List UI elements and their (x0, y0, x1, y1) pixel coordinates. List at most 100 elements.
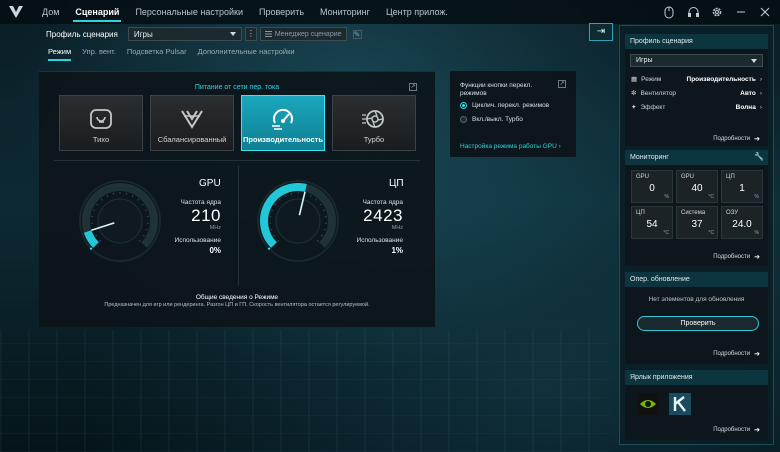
shortcuts-more-label: Подробности (713, 427, 751, 433)
sidebar-toggle-icon[interactable]: ⇥ (589, 23, 613, 41)
nav-check[interactable]: Проверить (251, 0, 312, 24)
scenario-row-effect[interactable]: ✦ Эффект Волна › (625, 100, 768, 114)
mode-summary-title: Общие сведения о Режиме (195, 294, 279, 301)
divider (238, 166, 239, 286)
gear-icon[interactable] (708, 3, 726, 21)
chevron-down-icon (751, 58, 757, 63)
monitor-value: 54 (646, 219, 658, 230)
monitor-tile[interactable]: GPU 40 °C (676, 170, 718, 203)
gauge-tick (95, 234, 98, 237)
shortcuts-more-link[interactable]: Подробности ➔ (713, 426, 760, 434)
top-nav: Дом Сценарий Персональные настройки Пров… (0, 0, 780, 24)
gauge-tick (284, 194, 287, 198)
scenario-row-mode[interactable]: ▦ Режим Производительность › (625, 72, 768, 86)
edit-icon[interactable]: ✎ (352, 29, 362, 39)
arrow-right-icon: ➔ (754, 136, 760, 143)
scenario-row-value: Производительность (686, 75, 756, 83)
monitor-value: 1 (739, 183, 745, 194)
update-card: Опер. обновление Нет элементов для обнов… (625, 272, 768, 364)
nav-personal[interactable]: Персональные настройки (127, 0, 251, 24)
mode-panel: Питание от сети пер. тока ↗ Тихо Сбаланс… (39, 71, 435, 327)
nav-app-center[interactable]: Центр прилож. (378, 0, 456, 24)
nvidia-icon[interactable] (637, 393, 659, 415)
killer-icon[interactable] (669, 393, 691, 415)
monitor-value: 40 (691, 183, 703, 194)
gauge-tick (96, 203, 99, 206)
scenario-card-title: Профиль сценария (625, 34, 768, 49)
monitor-tile[interactable]: ОЗУ 24.0% (721, 206, 763, 239)
mode-turbo-button[interactable]: Турбо (332, 95, 416, 151)
scenario-select[interactable]: Игры (630, 54, 763, 67)
cpu-freq-unit: MHz (391, 225, 403, 231)
minimize-icon[interactable] (732, 3, 750, 21)
scenario-more-link[interactable]: Подробности ➔ (713, 135, 760, 143)
close-icon[interactable] (756, 3, 774, 21)
scenario-manager-button[interactable]: Менеджер сценарие (259, 27, 347, 41)
power-source-title: Питание от сети пер. тока (194, 84, 280, 91)
nav-monitoring[interactable]: Мониторинг (312, 0, 378, 24)
chevron-right-icon: › (759, 103, 762, 111)
tab-fan-control[interactable]: Упр. вент. (82, 47, 116, 61)
update-empty-text: Нет элементов для обновления (648, 296, 745, 303)
nav-scenario[interactable]: Сценарий (67, 0, 127, 24)
monitor-tile[interactable]: Система 37 °C (676, 206, 718, 239)
scenario-row-key: Эффект (640, 103, 666, 111)
mode-button-title: Функции кнопки перекл. режимов (460, 82, 533, 97)
effect-icon: ✦ (631, 104, 637, 111)
mode-performance-button[interactable]: Производительность (241, 95, 325, 151)
monitoring-grid: GPU 0% GPU 40 °C ЦП 1% ЦП 54 °C Система 37 °C ОЗ… (631, 170, 763, 239)
mouse-icon[interactable] (660, 3, 678, 21)
monitor-key: GPU (636, 174, 650, 180)
gpu-mode-link[interactable]: Настройка режима работы GPU › (460, 143, 561, 150)
monitor-unit: °C (708, 194, 714, 200)
mode-balanced-button[interactable]: Сбалансированный (150, 95, 234, 151)
wrench-icon[interactable]: 🔧 (754, 152, 764, 161)
cpu-usage-value: 1% (391, 246, 403, 255)
info-icon[interactable]: ↗ (558, 80, 566, 88)
radio-cycle-modes[interactable]: Циклич. перекл. режимов (460, 102, 549, 109)
radio-off-icon (460, 116, 467, 123)
profile-label: Профиль сценария (46, 29, 118, 39)
gauge-tick (274, 203, 277, 206)
radio-turbo-toggle[interactable]: Вкл./выкл. Турбо (460, 116, 523, 123)
scenario-more-label: Подробности (713, 136, 751, 142)
monitoring-more-link[interactable]: Подробности ➔ (713, 253, 760, 261)
monitor-tile[interactable]: ЦП 1% (721, 170, 763, 203)
headset-icon[interactable] (684, 3, 702, 21)
gauge-tick (145, 228, 148, 231)
profile-select[interactable]: Игры (127, 27, 242, 41)
gauge-tick (278, 198, 281, 201)
gauge-tick (323, 228, 326, 231)
gauge-tick (320, 234, 323, 237)
more-options-button[interactable]: ⋮ (244, 27, 257, 41)
performance-icon (272, 108, 293, 130)
info-icon[interactable]: ↗ (409, 83, 417, 91)
gauge-tick (99, 239, 102, 242)
tab-pulsar-lighting[interactable]: Подсветка Pulsar (127, 47, 187, 61)
gauge-tick (138, 239, 141, 242)
gpu-freq-label: Частота ядра (180, 199, 221, 206)
tab-mode[interactable]: Режим (48, 47, 72, 61)
check-updates-button[interactable]: Проверить (637, 316, 759, 331)
scenario-row-key: Вентилятор (640, 89, 677, 97)
gauge-tick (315, 198, 318, 201)
monitor-value: 0 (649, 183, 655, 194)
gauge-tick (309, 194, 312, 198)
mode-quiet-button[interactable]: Тихо (59, 95, 143, 151)
profile-select-value: Игры (133, 29, 153, 39)
monitoring-card: Мониторинг 🔧 GPU 0% GPU 40 °C ЦП 1% ЦП 54 °C С… (625, 150, 768, 266)
divider (54, 160, 420, 161)
gpu-usage-value: 0% (209, 246, 221, 255)
app-shortcuts-card: Ярлык приложения Подробности ➔ (625, 370, 768, 440)
gauge-freq-arc (83, 230, 99, 248)
right-sidebar: Профиль сценария Игры ▦ Режим Производите… (619, 25, 774, 445)
monitor-tile[interactable]: ЦП 54 °C (631, 206, 673, 239)
tab-extra-settings[interactable]: Дополнительные настройки (198, 47, 295, 61)
gpu-title: GPU (199, 178, 221, 189)
scenario-row-fan[interactable]: ✼ Вентилятор Авто › (625, 86, 768, 100)
update-more-link[interactable]: Подробности ➔ (713, 350, 760, 358)
gauge-tick (93, 209, 96, 212)
monitor-unit: % (754, 230, 759, 236)
nav-home[interactable]: Дом (34, 0, 67, 24)
monitor-tile[interactable]: GPU 0% (631, 170, 673, 203)
